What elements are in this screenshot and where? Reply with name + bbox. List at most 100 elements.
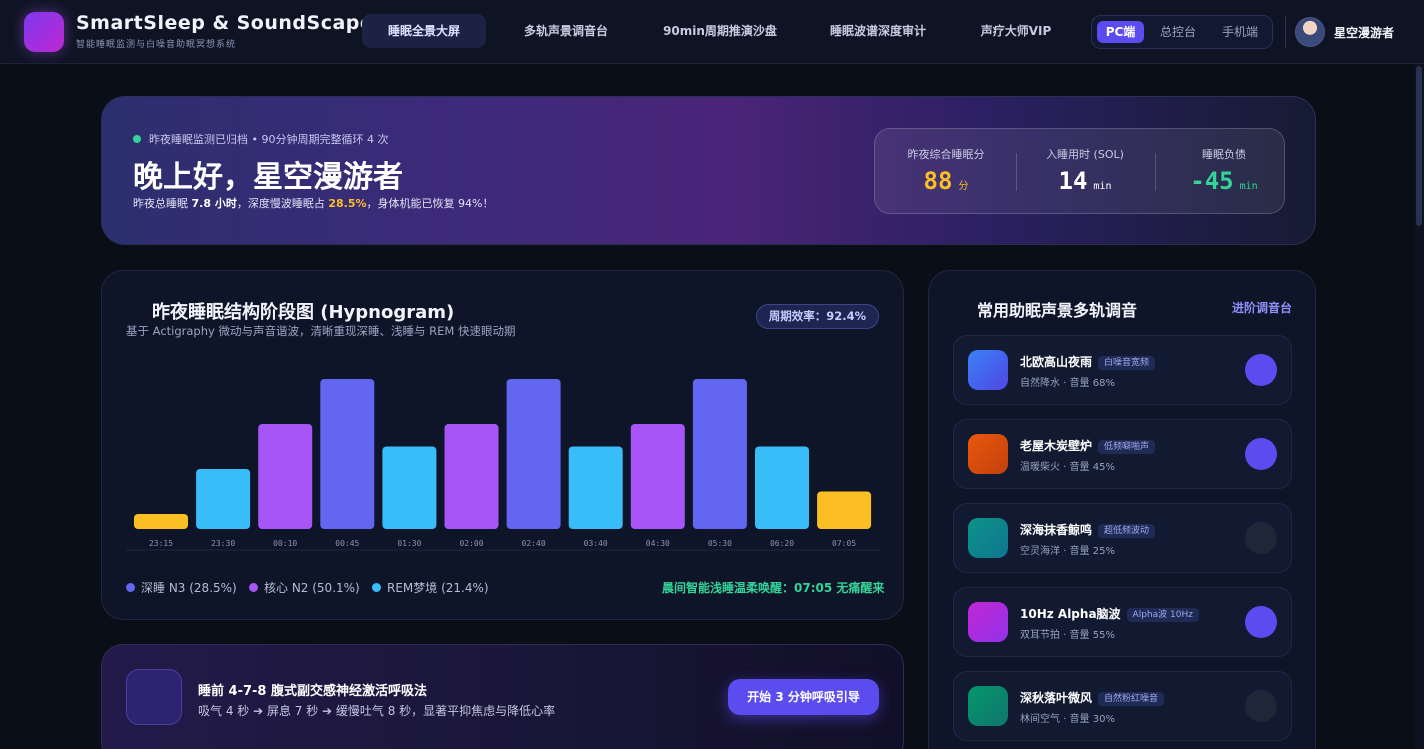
x-tick-label: 23:15 <box>149 539 173 548</box>
hero-status: 昨夜睡眠监测已归档 • 90分钟周期完整循环 4 次 <box>149 133 389 146</box>
x-tick-label: 06:20 <box>770 539 794 548</box>
deep-sleep-ratio: 28.5% <box>328 197 367 210</box>
platform-option-pc[interactable]: PC端 <box>1097 21 1144 43</box>
user-name[interactable]: 星空漫游者 <box>1334 24 1394 41</box>
platform-option-mobile[interactable]: 手机端 <box>1212 21 1268 43</box>
legend-dot-n2 <box>249 583 258 592</box>
brand-title: SmartSleep & SoundScape <box>76 12 374 34</box>
hypnogram-bar-0010[interactable] <box>258 424 313 529</box>
advanced-mixer-link[interactable]: 进阶调音台 <box>1232 299 1292 316</box>
track-name: 深海抹香鲸鸣 超低频波动 <box>1020 521 1156 538</box>
track-play-toggle[interactable] <box>1245 354 1277 386</box>
hypnogram-bar-2315[interactable] <box>134 514 188 529</box>
track-meta: 自然降水 · 音量 68% <box>1020 378 1115 389</box>
track-play-toggle[interactable] <box>1245 438 1277 470</box>
nav-tab-vip[interactable]: 声疗大师VIP <box>964 14 1068 48</box>
stat-label-score: 昨夜综合睡眠分 <box>907 148 985 161</box>
start-breathing-button[interactable]: 开始 3 分钟呼吸引导 <box>728 679 879 715</box>
x-tick-label: 02:00 <box>459 539 483 548</box>
hypnogram-bar-0130[interactable] <box>382 446 437 530</box>
stat-value-score: 88 分 <box>886 167 1006 195</box>
track-name: 深秋落叶微风 自然粉红噪音 <box>1020 689 1165 706</box>
hypnogram-bar-0045[interactable] <box>320 379 375 529</box>
nav-tab-mixer[interactable]: 多轨声景调音台 <box>506 14 626 48</box>
hypnogram-bar-0240[interactable] <box>506 379 561 529</box>
legend-label-n3: 深睡 N3 (28.5%) <box>141 581 237 595</box>
track-name: 北欧高山夜雨 白噪音宽频 <box>1020 353 1156 370</box>
stat-value-debt: -45 min <box>1164 167 1284 195</box>
track-item[interactable]: 10Hz Alpha脑波 Alpha波 10Hz 双耳节拍 · 音量 55% <box>953 587 1292 657</box>
hero-greeting: 晚上好，星空漫游者 <box>133 160 403 195</box>
cycle-efficiency-badge: 周期效率：92.4% <box>756 304 879 329</box>
track-item[interactable]: 老屋木炭壁炉 低频噼啪声 温暖柴火 · 音量 45% <box>953 419 1292 489</box>
track-item[interactable]: 深秋落叶微风 自然粉红噪音 林间空气 · 音量 30% <box>953 671 1292 741</box>
legend-item-rem: REM梦境 (21.4%) <box>372 579 489 596</box>
debt-unit: min <box>1239 181 1258 192</box>
header-divider <box>1285 16 1286 48</box>
hero-summary: 昨夜总睡眠 7.8 小时，深度慢波睡眠占 28.5%，身体机能已恢复 94%！ <box>133 195 493 211</box>
hypnogram-subtitle: 基于 Actigraphy 微动与声音谐波，清晰重现深睡、浅睡与 REM 快速眼… <box>126 324 516 338</box>
soundscape-title: 常用助眠声景多轨调音 <box>977 301 1138 320</box>
nav-tab-spectrum-audit[interactable]: 睡眠波谱深度审计 <box>814 14 942 48</box>
hypnogram-bar-0620[interactable] <box>755 446 809 530</box>
track-tag: 超低频波动 <box>1098 524 1156 538</box>
x-tick-label: 04:30 <box>646 539 670 548</box>
legend-label-n2: 核心 N2 (50.1%) <box>264 581 360 595</box>
summary-mid: ，深度慢波睡眠占 <box>236 197 329 210</box>
legend-label-rem: REM梦境 (21.4%) <box>387 581 489 595</box>
x-tick-label: 07:05 <box>832 539 856 548</box>
legend-item-n2: 核心 N2 (50.1%) <box>249 579 360 596</box>
track-title: 北欧高山夜雨 <box>1020 355 1093 369</box>
breathing-description: 吸气 4 秒 ➔ 屏息 7 秒 ➔ 缓慢吐气 8 秒，显著平抑焦虑与降低心率 <box>198 704 556 718</box>
nav-tab-dashboard[interactable]: 睡眠全景大屏 <box>362 14 486 48</box>
hypnogram-bar-0705[interactable] <box>817 491 872 530</box>
track-item[interactable]: 深海抹香鲸鸣 超低频波动 空灵海洋 · 音量 25% <box>953 503 1292 573</box>
x-tick-label: 01:30 <box>397 539 421 548</box>
track-title: 老屋木炭壁炉 <box>1020 439 1093 453</box>
track-meta: 林间空气 · 音量 30% <box>1020 714 1115 725</box>
track-icon-alpha-wave <box>968 602 1008 642</box>
status-dot-icon <box>133 135 141 143</box>
x-tick-label: 00:10 <box>273 539 297 548</box>
sol-unit: min <box>1093 181 1112 192</box>
total-sleep-value: 7.8 小时 <box>191 197 237 210</box>
track-icon-breeze <box>968 686 1008 726</box>
x-tick-label: 05:30 <box>708 539 732 548</box>
breathing-icon <box>126 669 182 725</box>
hypnogram-bar-0430[interactable] <box>630 424 685 529</box>
smart-wake-note: 晨间智能浅睡温柔唤醒：07:05 无痛醒来 <box>662 581 885 595</box>
sleep-stats-panel: 昨夜综合睡眠分 88 分 入睡用时 (SOL) 14 min 睡眠负债 -45 min <box>874 128 1285 214</box>
user-avatar[interactable] <box>1295 17 1325 47</box>
breathing-title: 睡前 4-7-8 腹式副交感神经激活呼吸法 <box>198 684 427 699</box>
hypnogram-bar-0340[interactable] <box>568 446 623 530</box>
track-title: 10Hz Alpha脑波 <box>1020 607 1121 621</box>
hypnogram-bar-0200[interactable] <box>444 424 499 529</box>
track-title: 深秋落叶微风 <box>1020 691 1093 705</box>
hypnogram-bar-2330[interactable] <box>196 469 251 529</box>
hypnogram-bar-0530[interactable] <box>692 379 747 529</box>
track-icon-fireplace <box>968 434 1008 474</box>
track-tag: Alpha波 10Hz <box>1126 608 1199 622</box>
track-play-toggle[interactable] <box>1245 690 1277 722</box>
track-item[interactable]: 北欧高山夜雨 白噪音宽频 自然降水 · 音量 68% <box>953 335 1292 405</box>
track-meta: 温暖柴火 · 音量 45% <box>1020 462 1115 473</box>
stat-value-sol: 14 min <box>1025 167 1145 195</box>
track-title: 深海抹香鲸鸣 <box>1020 523 1093 537</box>
platform-switch: PC端 总控台 手机端 <box>1091 15 1273 49</box>
debt-number: -45 <box>1190 167 1234 195</box>
app-logo-icon[interactable] <box>24 12 64 52</box>
platform-option-console[interactable]: 总控台 <box>1150 21 1206 43</box>
scrollbar-thumb[interactable] <box>1416 66 1422 226</box>
track-icon-whale <box>968 518 1008 558</box>
track-name: 10Hz Alpha脑波 Alpha波 10Hz <box>1020 605 1199 622</box>
x-tick-label: 02:40 <box>522 539 546 548</box>
track-play-toggle[interactable] <box>1245 522 1277 554</box>
track-name: 老屋木炭壁炉 低频噼啪声 <box>1020 437 1156 454</box>
nav-tab-cycle-sandbox[interactable]: 90min周期推演沙盘 <box>648 14 792 48</box>
score-unit: 分 <box>958 181 969 192</box>
hypnogram-chart: 23:15 23:30 00:10 00:45 01:30 02:00 02:40 03:40… <box>126 379 880 551</box>
hypnogram-title: 昨夜睡眠结构阶段图 (Hypnogram) <box>152 302 455 323</box>
x-tick-label: 03:40 <box>584 539 608 548</box>
track-play-toggle[interactable] <box>1245 606 1277 638</box>
track-tag: 低频噼啪声 <box>1098 440 1156 454</box>
